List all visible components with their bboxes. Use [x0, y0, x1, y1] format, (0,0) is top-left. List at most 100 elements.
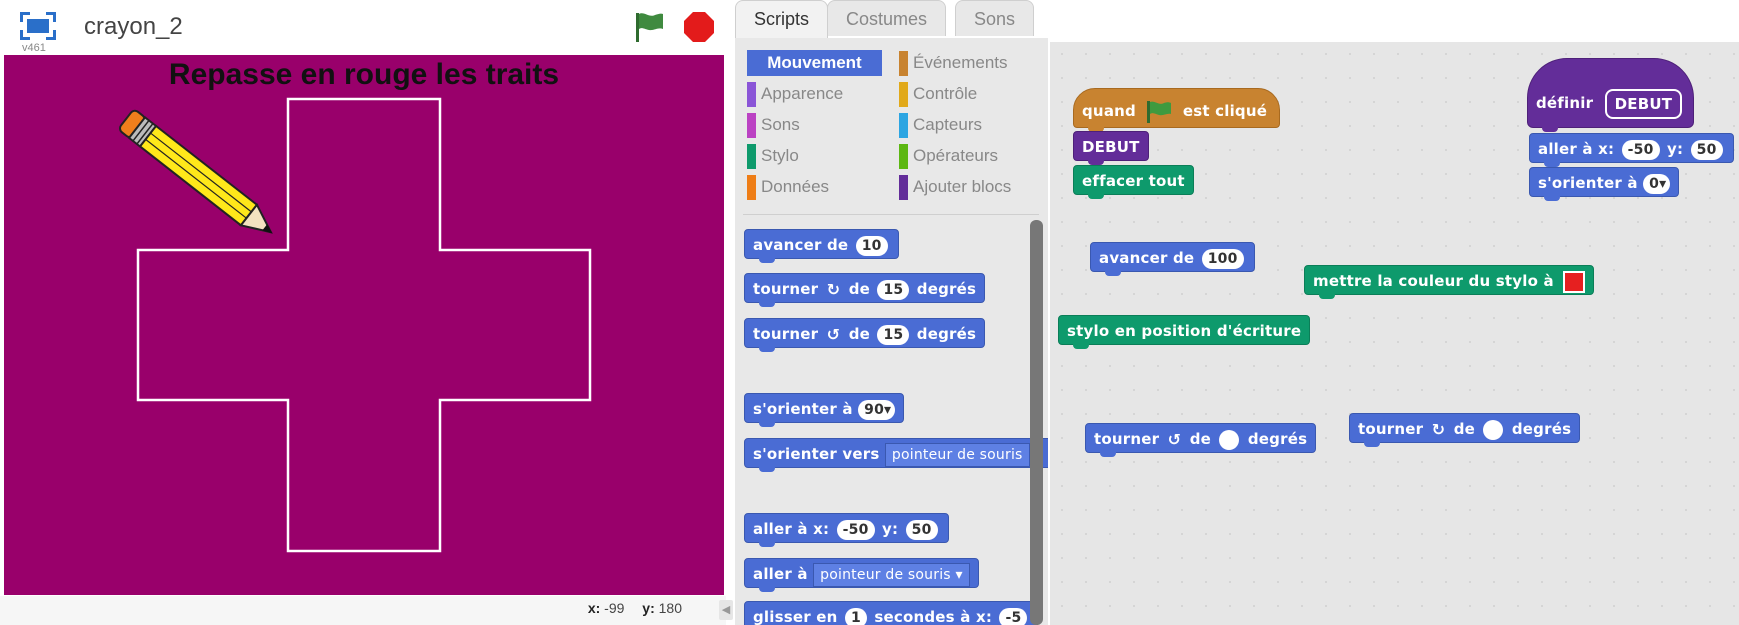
block-label: avancer de — [1099, 249, 1195, 267]
green-flag-icon — [636, 13, 663, 42]
block-label: définir — [1536, 94, 1594, 112]
debut-call-block[interactable]: DEBUT — [1073, 131, 1149, 165]
palette-turn-right-block[interactable]: tourner ↻ de 15 degrés — [744, 273, 986, 307]
mouse-x-label: x: — [587, 600, 601, 616]
category-operators[interactable]: Opérateurs — [899, 143, 998, 169]
block-label: aller à — [753, 565, 808, 583]
block-label: DEBUT — [1082, 138, 1140, 156]
x-input[interactable]: -5 — [999, 607, 1028, 625]
category-pen[interactable]: Stylo — [747, 143, 799, 169]
palette-point-towards-block[interactable]: s'orienter vers pointeur de souris — [744, 438, 1048, 472]
category-more-blocks[interactable]: Ajouter blocs — [899, 174, 1011, 200]
block-label: de — [1189, 430, 1211, 448]
category-color-bar — [899, 51, 908, 76]
y-input[interactable]: 50 — [1690, 139, 1723, 160]
degrees-input[interactable]: 15 — [877, 324, 910, 345]
category-events[interactable]: Événements — [899, 50, 1008, 76]
pencil-sprite[interactable] — [104, 97, 294, 267]
goto-xy-block[interactable]: aller à x: -50 y: 50 — [1529, 133, 1734, 167]
tab-sounds[interactable]: Sons — [955, 0, 1035, 36]
block-label: aller à x: — [1538, 140, 1615, 158]
x-input[interactable]: -50 — [836, 519, 875, 540]
block-label: degrés — [916, 280, 977, 298]
category-control[interactable]: Contrôle — [899, 81, 977, 107]
define-debut-block[interactable]: définir DEBUT — [1527, 58, 1694, 132]
block-label: tourner — [753, 280, 819, 298]
when-flag-clicked-block[interactable]: quand est cliqué — [1073, 88, 1280, 132]
category-color-bar — [747, 82, 756, 107]
category-label: Opérateurs — [913, 146, 999, 165]
target-dropdown[interactable]: pointeur de souris ▾ — [813, 562, 970, 587]
category-color-bar — [899, 175, 908, 200]
palette-move-block[interactable]: avancer de 10 — [744, 229, 899, 263]
clear-block[interactable]: effacer tout — [1073, 165, 1194, 199]
degrees-input[interactable] — [1483, 419, 1504, 440]
category-label: Ajouter blocs — [913, 177, 1012, 196]
block-palette: Mouvement Apparence Sons Stylo Données É… — [735, 38, 1048, 625]
category-color-bar — [747, 175, 756, 200]
pen-color-swatch[interactable] — [1563, 270, 1586, 293]
block-label: s'orienter à — [753, 400, 853, 418]
palette-scrollbar[interactable] — [1030, 220, 1043, 625]
palette-point-direction-block[interactable]: s'orienter à 90▾ — [744, 393, 905, 427]
seconds-input[interactable]: 1 — [844, 607, 867, 625]
category-sound[interactable]: Sons — [747, 112, 800, 138]
category-color-bar — [747, 144, 756, 169]
point-direction-block[interactable]: s'orienter à 0▾ — [1529, 167, 1680, 201]
block-label: tourner — [1358, 420, 1424, 438]
block-label: degrés — [916, 325, 977, 343]
steps-input[interactable]: 100 — [1201, 248, 1244, 269]
block-label: de — [848, 280, 870, 298]
stop-button[interactable] — [682, 10, 716, 44]
mouse-y-value: 180 — [658, 600, 682, 616]
tab-costumes[interactable]: Costumes — [827, 0, 947, 36]
tab-scripts[interactable]: Scripts — [735, 0, 829, 38]
block-label: de — [1453, 420, 1475, 438]
category-label: Apparence — [761, 84, 844, 103]
degrees-input[interactable] — [1219, 429, 1240, 450]
category-motion[interactable]: Mouvement — [747, 50, 882, 76]
direction-dropdown[interactable]: 0▾ — [1643, 173, 1671, 194]
turn-left-block[interactable]: tourner ↺ de degrés — [1085, 423, 1317, 457]
category-sensing[interactable]: Capteurs — [899, 112, 982, 138]
category-label: Capteurs — [913, 115, 982, 134]
project-title: crayon_2 — [84, 13, 183, 40]
block-label: aller à x: — [753, 520, 830, 538]
stage-canvas[interactable]: Repasse en rouge les traits — [4, 55, 724, 595]
turn-right-icon: ↻ — [826, 279, 841, 299]
block-label: s'orienter à — [1538, 174, 1638, 192]
set-pen-color-block[interactable]: mettre la couleur du stylo à — [1304, 265, 1595, 299]
mouse-y-label: y: — [642, 600, 655, 616]
palette-turn-left-block[interactable]: tourner ↺ de 15 degrés — [744, 318, 986, 352]
stage-footer: x: -99 y: 180 — [0, 596, 726, 625]
green-flag-button[interactable] — [632, 10, 666, 44]
block-label: degrés — [1247, 430, 1308, 448]
palette-goto-xy-block[interactable]: aller à x: -50 y: 50 — [744, 513, 949, 547]
move-block[interactable]: avancer de 100 — [1090, 242, 1255, 276]
category-label: Contrôle — [913, 84, 978, 103]
y-input[interactable]: 50 — [905, 519, 938, 540]
fullscreen-button[interactable] — [18, 10, 58, 42]
category-data[interactable]: Données — [747, 174, 829, 200]
category-color-bar — [899, 113, 908, 138]
turn-right-block[interactable]: tourner ↻ de degrés — [1349, 413, 1581, 447]
collapse-stage-arrow-icon[interactable]: ◀ — [719, 600, 733, 620]
mouse-x-value: -99 — [604, 600, 625, 616]
category-label: Sons — [761, 115, 800, 134]
category-color-bar — [899, 82, 908, 107]
target-dropdown[interactable]: pointeur de souris — [884, 442, 1030, 467]
x-input[interactable]: -50 — [1621, 139, 1660, 160]
block-label: est cliqué — [1182, 102, 1268, 120]
direction-dropdown[interactable]: 90▾ — [858, 399, 896, 420]
pen-down-block[interactable]: stylo en position d'écriture — [1058, 315, 1311, 349]
block-label: secondes à x: — [874, 608, 993, 625]
degrees-input[interactable]: 15 — [877, 279, 910, 300]
block-label: tourner — [753, 325, 819, 343]
block-label: y: — [882, 520, 899, 538]
palette-glide-block[interactable]: glisser en 1 secondes à x: -5 — [744, 601, 1039, 625]
steps-input[interactable]: 10 — [855, 235, 888, 256]
fullscreen-icon — [20, 12, 56, 40]
category-label: Stylo — [761, 146, 799, 165]
palette-goto-block[interactable]: aller à pointeur de souris ▾ — [744, 558, 979, 592]
category-looks[interactable]: Apparence — [747, 81, 843, 107]
